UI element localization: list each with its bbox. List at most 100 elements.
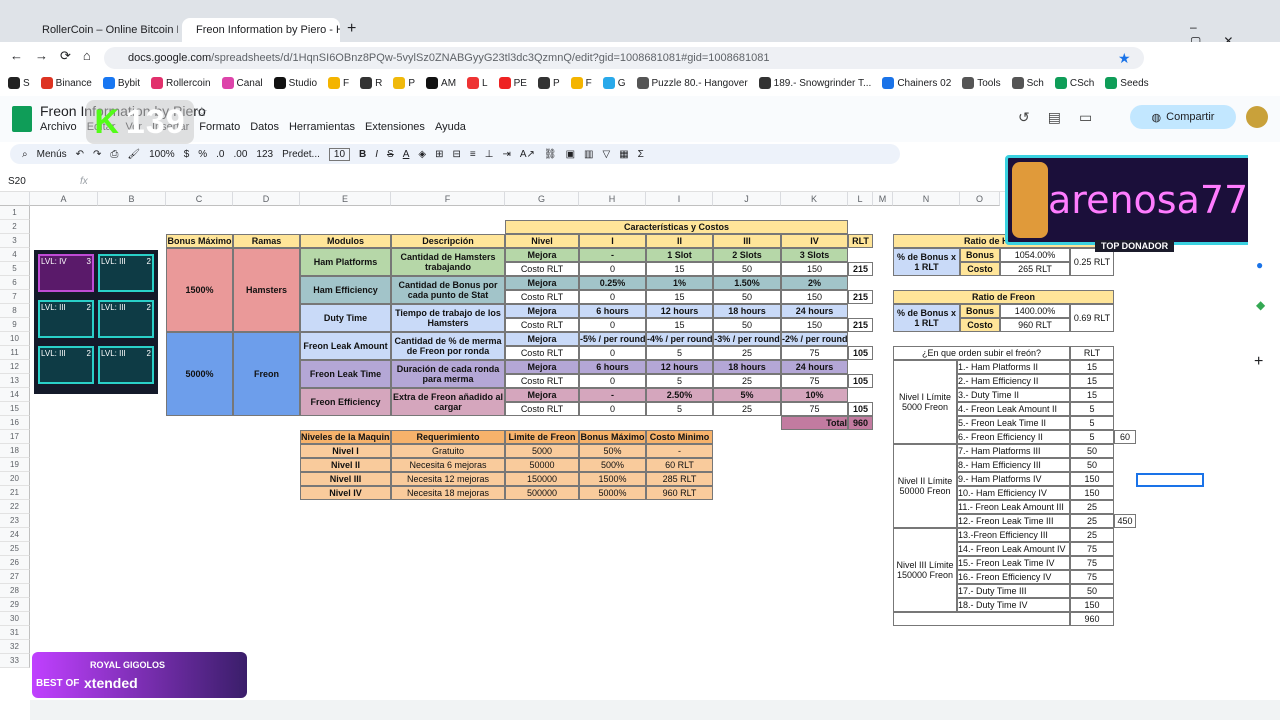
costo-value[interactable]: 150 [781, 290, 848, 304]
levels-cell[interactable]: 960 RLT [646, 486, 713, 500]
bookmark-item[interactable]: Studio [273, 77, 317, 89]
mejora-label[interactable]: Mejora [505, 304, 579, 318]
table-header[interactable]: III [713, 234, 781, 248]
bookmark-item[interactable]: Puzzle 80.- Hangover [636, 77, 748, 89]
table-header[interactable]: Nivel [505, 234, 579, 248]
order-step-rlt[interactable]: 25 [1070, 514, 1114, 528]
module-desc[interactable]: Cantidad de Bonus por cada punto de Stat [391, 276, 505, 304]
table-header[interactable]: IV [781, 234, 848, 248]
levels-cell[interactable]: 5000 [505, 444, 579, 458]
column-header[interactable]: L [848, 192, 873, 206]
mejora-value[interactable]: 12 hours [646, 304, 713, 318]
font-size-input[interactable]: 10 [328, 147, 351, 161]
row-header[interactable]: 18 [0, 444, 30, 458]
order-step[interactable]: 6.- Freon Efficiency II [957, 430, 1070, 444]
row-header[interactable]: 24 [0, 528, 30, 542]
row-header[interactable]: 21 [0, 486, 30, 500]
column-header[interactable]: H [579, 192, 646, 206]
corner-cell[interactable] [0, 192, 30, 206]
row-header[interactable]: 29 [0, 598, 30, 612]
percent-button[interactable]: % [198, 149, 207, 160]
fill-color-icon[interactable]: ◈ [418, 149, 426, 160]
mejora-value[interactable]: 24 hours [781, 304, 848, 318]
table-header[interactable]: II [646, 234, 713, 248]
row-header[interactable]: 10 [0, 332, 30, 346]
row-header[interactable]: 6 [0, 276, 30, 290]
ratio-bonus[interactable]: 1054.00% [1000, 248, 1070, 262]
levels-cell[interactable]: Necesita 6 mejoras [391, 458, 505, 472]
menu-1[interactable]: Archivo [40, 121, 77, 133]
costo-label[interactable]: Costo RLT [505, 290, 579, 304]
order-step-rlt[interactable]: 150 [1070, 486, 1114, 500]
ratio-bonus-label[interactable]: Bonus [960, 304, 1000, 318]
order-step[interactable]: 12.- Freon Leak Time III [957, 514, 1070, 528]
mejora-label[interactable]: Mejora [505, 248, 579, 262]
order-step-rlt[interactable]: 75 [1070, 556, 1114, 570]
mejora-label[interactable]: Mejora [505, 360, 579, 374]
order-step[interactable]: 5.- Freon Leak Time II [957, 416, 1070, 430]
row-header[interactable]: 13 [0, 374, 30, 388]
costo-value[interactable]: 150 [781, 262, 848, 276]
column-header[interactable]: O [960, 192, 1000, 206]
order-step-rlt[interactable]: 5 [1070, 416, 1114, 430]
levels-cell[interactable]: 1500% [579, 472, 646, 486]
row-header[interactable]: 4 [0, 248, 30, 262]
costo-value[interactable]: 15 [646, 318, 713, 332]
add-addon-icon[interactable]: + [1254, 353, 1263, 371]
bookmark-item[interactable]: CSch [1054, 77, 1094, 89]
bookmark-item[interactable]: G [602, 77, 626, 89]
costo-value[interactable]: 0 [579, 374, 646, 388]
order-step[interactable]: 3.- Duty Time II [957, 388, 1070, 402]
module-name[interactable]: Ham Platforms [300, 248, 391, 276]
total-value[interactable]: 960 [848, 416, 873, 430]
mejora-value[interactable]: 18 hours [713, 360, 781, 374]
row-header[interactable]: 30 [0, 612, 30, 626]
levels-header[interactable]: Bonus Máximo [579, 430, 646, 444]
order-step-rlt[interactable]: 150 [1070, 472, 1114, 486]
levels-cell[interactable]: Necesita 12 mejoras [391, 472, 505, 486]
avatar[interactable] [1246, 106, 1268, 128]
bookmark-item[interactable]: Bybit [102, 77, 140, 89]
costo-value[interactable]: 15 [646, 290, 713, 304]
module-desc[interactable]: Tiempo de trabajo de los Hamsters [391, 304, 505, 332]
bookmark-item[interactable]: Tools [962, 77, 1001, 89]
order-step-rlt[interactable]: 75 [1070, 542, 1114, 556]
order-subtotal[interactable]: 450 [1114, 514, 1136, 528]
rlt-value[interactable]: 105 [848, 346, 873, 360]
mejora-value[interactable]: 1 Slot [646, 248, 713, 262]
search-menus[interactable]: Menús [37, 149, 67, 160]
column-header[interactable]: A [30, 192, 98, 206]
mejora-value[interactable]: - [579, 388, 646, 402]
costo-value[interactable]: 150 [781, 318, 848, 332]
order-step[interactable]: 13.-Freon Efficiency III [957, 528, 1070, 542]
order-step[interactable]: 9.- Ham Platforms IV [957, 472, 1070, 486]
share-button[interactable]: ◍ Compartir [1130, 105, 1236, 129]
row-header[interactable]: 12 [0, 360, 30, 374]
mejora-value[interactable]: - [579, 248, 646, 262]
levels-cell[interactable]: 500% [579, 458, 646, 472]
undo-icon[interactable]: ↶ [76, 149, 84, 160]
row-header[interactable]: 25 [0, 542, 30, 556]
contacts-icon[interactable]: ● [1256, 258, 1263, 272]
bookmark-item[interactable]: AM [426, 77, 456, 89]
column-header[interactable]: K [781, 192, 848, 206]
rotate-icon[interactable]: A↗ [520, 149, 535, 160]
column-header[interactable]: N [893, 192, 960, 206]
column-header[interactable]: C [166, 192, 233, 206]
horizontal-scrollbar[interactable] [30, 700, 1280, 720]
mejora-value[interactable]: 0.25% [579, 276, 646, 290]
order-step[interactable]: 14.- Freon Leak Amount IV [957, 542, 1070, 556]
row-header[interactable]: 3 [0, 234, 30, 248]
order-step[interactable]: 16.- Freon Efficiency IV [957, 570, 1070, 584]
costo-value[interactable]: 50 [713, 290, 781, 304]
total-label[interactable]: Total [781, 416, 848, 430]
ratio-bonus[interactable]: 1400.00% [1000, 304, 1070, 318]
order-step[interactable]: 4.- Freon Leak Amount II [957, 402, 1070, 416]
module-desc[interactable]: Extra de Freon añadido al cargar [391, 388, 505, 416]
module-desc[interactable]: Cantidad de % de merma de Freon por rond… [391, 332, 505, 360]
zoom-select[interactable]: 100% [149, 149, 175, 160]
costo-value[interactable]: 0 [579, 318, 646, 332]
module-name[interactable]: Freon Leak Time [300, 360, 391, 388]
order-step-rlt[interactable]: 15 [1070, 388, 1114, 402]
search-menus-icon[interactable]: ⌕ [22, 149, 28, 160]
